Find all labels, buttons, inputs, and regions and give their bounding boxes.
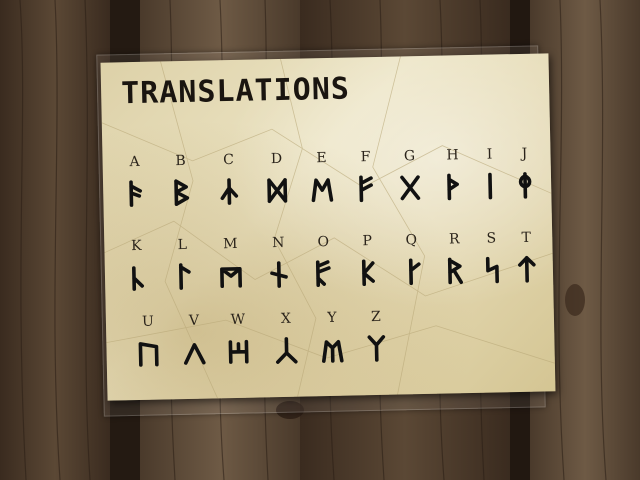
latin-letter: C (223, 151, 235, 169)
rune-c-icon (220, 178, 239, 205)
latin-letter: M (222, 235, 238, 253)
rune-q-icon (408, 258, 421, 286)
rune-cell-b: B (160, 153, 201, 208)
rune-l-icon (178, 263, 191, 290)
rune-u-icon (138, 342, 159, 367)
rune-i-icon (488, 172, 493, 200)
rune-e-icon (311, 178, 334, 203)
rune-a-icon (129, 180, 143, 207)
rune-cell-g: G (389, 148, 430, 203)
translations-sign: TRANSLATIONS ABCDEFGHIJKLMNOPQRSTUVWXYZ (100, 53, 556, 401)
latin-letter: A (129, 153, 140, 171)
rune-w-icon (228, 339, 249, 364)
latin-letter: J (521, 145, 528, 162)
rune-cell-f: F (345, 149, 386, 204)
rune-cell-l: L (162, 237, 203, 292)
rune-p-icon (361, 259, 375, 287)
latin-letter: H (446, 147, 459, 164)
latin-letter: E (316, 150, 327, 167)
latin-letter: X (280, 310, 292, 328)
rune-cell-v: V (174, 312, 215, 367)
latin-letter: U (141, 313, 155, 330)
rune-h-icon (447, 173, 459, 201)
rune-m-icon (220, 267, 243, 289)
rune-cell-d: D (256, 151, 297, 206)
rune-cell-j: J (504, 145, 545, 200)
rune-k-icon (132, 266, 144, 291)
latin-letter: Y (327, 309, 337, 327)
rune-s-icon (485, 256, 499, 284)
latin-letter: Z (370, 308, 381, 326)
rune-z-icon (367, 335, 386, 362)
rune-y-icon (322, 340, 344, 363)
rune-cell-p: P (347, 233, 388, 288)
rune-x-icon (276, 337, 298, 364)
latin-letter: V (188, 312, 200, 329)
latin-letter: K (130, 237, 142, 255)
latin-letter: O (317, 233, 330, 251)
rune-alphabet-grid: ABCDEFGHIJKLMNOPQRSTUVWXYZ (101, 53, 556, 400)
rune-r-icon (447, 257, 463, 285)
rune-cell-m: M (210, 236, 251, 291)
latin-letter: N (272, 234, 285, 252)
rune-cell-u: U (128, 313, 169, 368)
latin-letter: W (230, 311, 246, 329)
latin-letter: L (177, 236, 188, 254)
rune-cell-e: E (301, 150, 342, 205)
rune-b-icon (174, 179, 190, 206)
rune-f-icon (359, 175, 373, 203)
rune-cell-y: Y (312, 310, 353, 365)
rune-o-icon (315, 260, 331, 288)
latin-letter: R (448, 231, 460, 248)
rune-j-icon (518, 172, 532, 199)
rune-cell-n: N (258, 235, 299, 290)
rune-t-icon (518, 256, 536, 283)
rune-cell-z: Z (356, 309, 397, 364)
latin-letter: B (175, 152, 186, 170)
latin-letter: F (360, 149, 371, 166)
rune-n-icon (270, 261, 288, 288)
latin-letter: D (270, 150, 283, 168)
rune-cell-x: X (266, 310, 307, 365)
rune-cell-q: Q (391, 232, 432, 287)
rune-cell-w: W (218, 311, 259, 366)
latin-letter: G (403, 148, 416, 165)
latin-letter: T (521, 229, 532, 246)
rune-cell-o: O (303, 234, 344, 289)
latin-letter: P (362, 233, 373, 250)
latin-letter: Q (405, 232, 418, 249)
rune-cell-t: T (506, 229, 547, 284)
rune-g-icon (400, 175, 421, 201)
rune-cell-k: K (116, 238, 157, 293)
rune-d-icon (267, 178, 288, 204)
rune-v-icon (184, 343, 206, 365)
rune-cell-c: C (208, 152, 249, 207)
rune-cell-h: H (432, 147, 473, 202)
rune-cell-r: R (434, 231, 475, 286)
rune-cell-a: A (114, 154, 155, 209)
